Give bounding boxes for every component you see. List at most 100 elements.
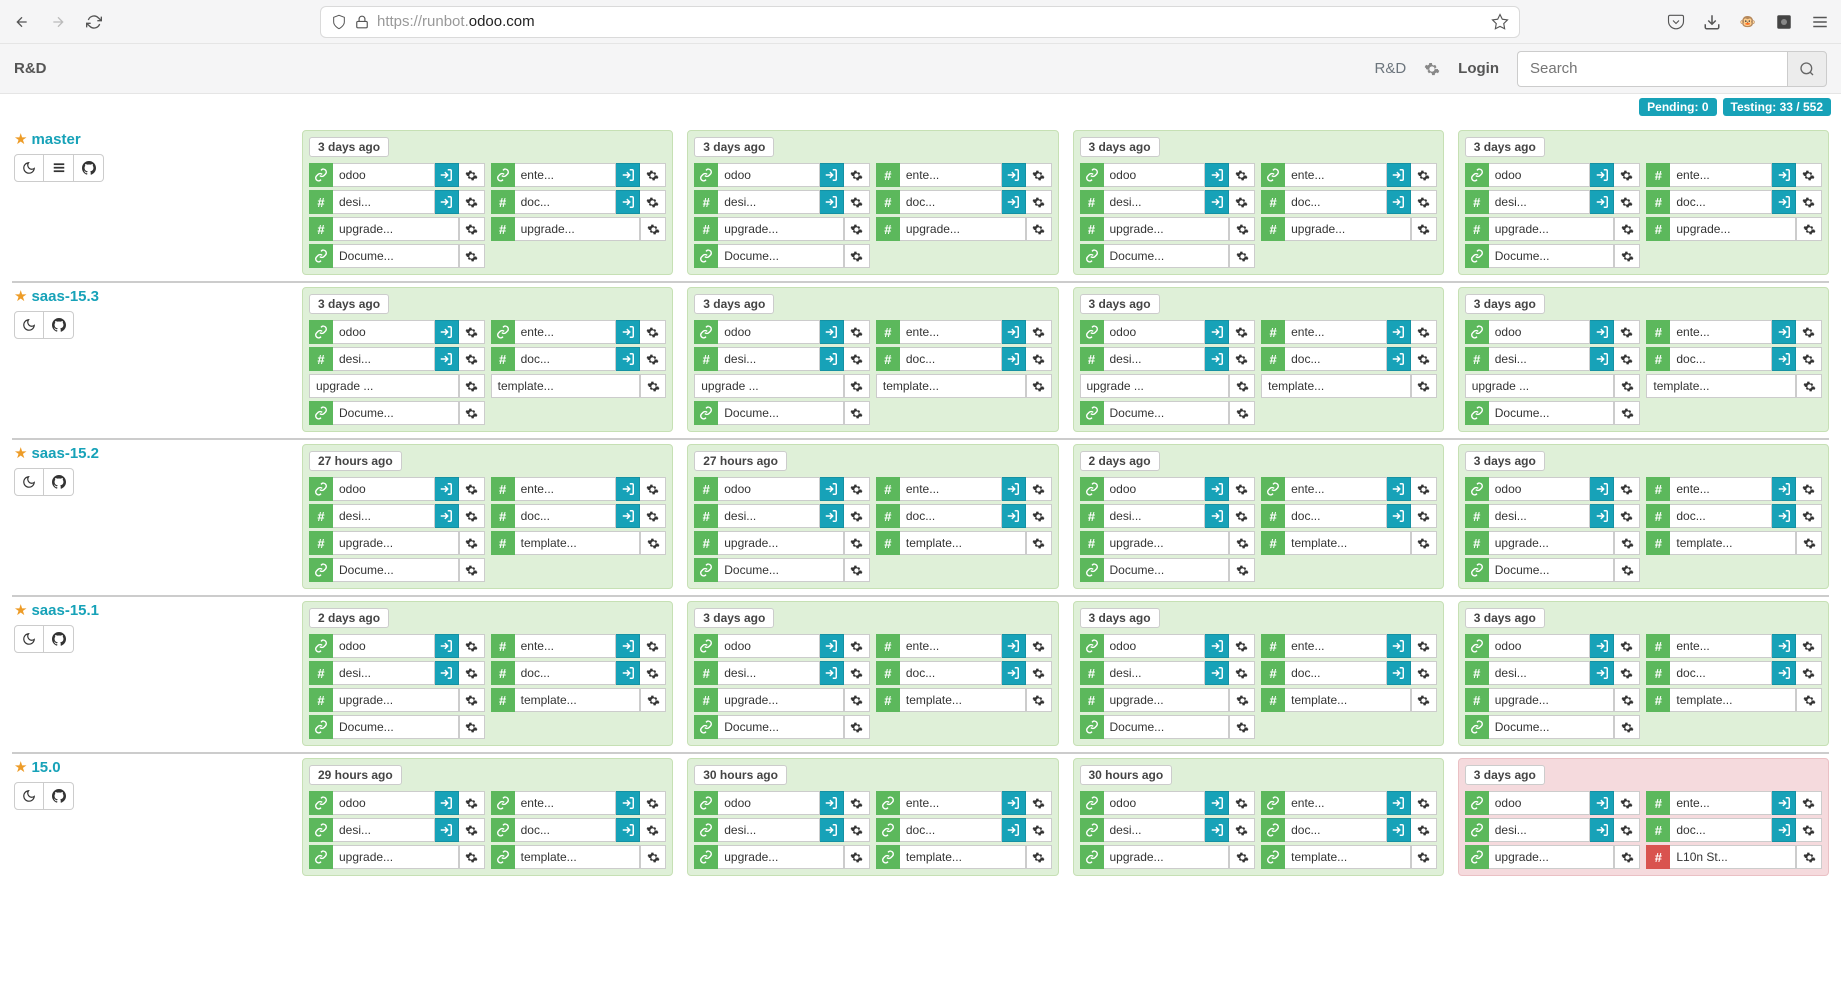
time-badge[interactable]: 27 hours ago	[309, 451, 402, 471]
hash-icon[interactable]: #	[876, 661, 900, 685]
item-label[interactable]: upgrade...	[1104, 688, 1230, 712]
hash-icon[interactable]: #	[1646, 347, 1670, 371]
hash-icon[interactable]: #	[1646, 661, 1670, 685]
signin-icon[interactable]	[1772, 190, 1796, 214]
gear-icon[interactable]	[1796, 477, 1822, 501]
item-label[interactable]: odoo	[718, 163, 820, 187]
hash-icon[interactable]: #	[876, 504, 900, 528]
item-label[interactable]: desi...	[1489, 347, 1591, 371]
item-label[interactable]: upgrade ...	[1465, 374, 1615, 398]
gear-icon[interactable]	[1796, 190, 1822, 214]
item-label[interactable]: odoo	[1489, 791, 1591, 815]
signin-icon[interactable]	[1387, 791, 1411, 815]
github-button[interactable]	[44, 782, 74, 810]
gear-icon[interactable]	[1229, 688, 1255, 712]
item-label[interactable]: doc...	[1285, 190, 1387, 214]
signin-icon[interactable]	[1772, 661, 1796, 685]
signin-icon[interactable]	[1205, 661, 1229, 685]
hash-icon[interactable]: #	[876, 163, 900, 187]
item-label[interactable]: upgrade ...	[309, 374, 459, 398]
link-icon[interactable]	[1261, 791, 1285, 815]
gear-icon[interactable]	[1614, 320, 1640, 344]
item-label[interactable]: doc...	[900, 190, 1002, 214]
time-badge[interactable]: 29 hours ago	[309, 765, 402, 785]
hash-icon[interactable]: #	[1646, 163, 1670, 187]
item-label[interactable]: Docume...	[1489, 401, 1615, 425]
signin-icon[interactable]	[435, 320, 459, 344]
item-label[interactable]: template...	[900, 688, 1026, 712]
gear-icon[interactable]	[640, 661, 666, 685]
item-label[interactable]: template...	[1285, 688, 1411, 712]
gear-icon[interactable]	[1229, 320, 1255, 344]
item-label[interactable]: template...	[1261, 374, 1411, 398]
hash-icon[interactable]: #	[1646, 845, 1670, 869]
item-label[interactable]: Docume...	[1104, 715, 1230, 739]
gear-icon[interactable]	[1796, 320, 1822, 344]
gear-icon[interactable]	[459, 401, 485, 425]
hash-icon[interactable]: #	[309, 217, 333, 241]
hash-icon[interactable]: #	[1080, 217, 1104, 241]
item-label[interactable]: odoo	[333, 477, 435, 501]
time-badge[interactable]: 3 days ago	[1080, 294, 1160, 314]
item-label[interactable]: doc...	[1670, 190, 1772, 214]
gear-icon[interactable]	[1229, 477, 1255, 501]
item-label[interactable]: ente...	[515, 320, 617, 344]
item-label[interactable]: ente...	[1670, 477, 1772, 501]
time-badge[interactable]: 27 hours ago	[694, 451, 787, 471]
extension-icon-2[interactable]	[1775, 13, 1793, 31]
time-badge[interactable]: 3 days ago	[1465, 137, 1545, 157]
signin-icon[interactable]	[1590, 504, 1614, 528]
item-label[interactable]: doc...	[515, 190, 617, 214]
item-label[interactable]: odoo	[1489, 320, 1591, 344]
signin-icon[interactable]	[820, 347, 844, 371]
time-badge[interactable]: 3 days ago	[1080, 137, 1160, 157]
hash-icon[interactable]: #	[1080, 347, 1104, 371]
signin-icon[interactable]	[1590, 320, 1614, 344]
item-label[interactable]: Docume...	[1489, 558, 1615, 582]
hash-icon[interactable]: #	[1080, 504, 1104, 528]
gear-icon[interactable]	[1796, 504, 1822, 528]
time-badge[interactable]: 3 days ago	[1465, 765, 1545, 785]
link-icon[interactable]	[1465, 845, 1489, 869]
signin-icon[interactable]	[1002, 477, 1026, 501]
signin-icon[interactable]	[1387, 818, 1411, 842]
signin-icon[interactable]	[1002, 661, 1026, 685]
gear-icon[interactable]	[844, 818, 870, 842]
link-icon[interactable]	[309, 818, 333, 842]
gear-icon[interactable]	[640, 634, 666, 658]
link-icon[interactable]	[309, 244, 333, 268]
item-label[interactable]: doc...	[515, 818, 617, 842]
item-label[interactable]: template...	[900, 845, 1026, 869]
moon-button[interactable]	[14, 782, 44, 810]
hash-icon[interactable]: #	[694, 688, 718, 712]
gear-icon[interactable]	[1614, 190, 1640, 214]
gear-icon[interactable]	[844, 374, 870, 398]
bookmark-star-icon[interactable]	[1491, 13, 1509, 31]
hash-icon[interactable]: #	[491, 661, 515, 685]
gear-icon[interactable]	[1229, 401, 1255, 425]
item-label[interactable]: doc...	[1670, 347, 1772, 371]
hash-icon[interactable]: #	[309, 531, 333, 555]
signin-icon[interactable]	[1590, 791, 1614, 815]
link-icon[interactable]	[876, 818, 900, 842]
gear-icon[interactable]	[1026, 791, 1052, 815]
item-label[interactable]: doc...	[1670, 661, 1772, 685]
moon-button[interactable]	[14, 468, 44, 496]
gear-icon[interactable]	[1026, 661, 1052, 685]
item-label[interactable]: odoo	[718, 791, 820, 815]
gear-icon[interactable]	[1614, 244, 1640, 268]
item-label[interactable]: upgrade...	[900, 217, 1026, 241]
gear-icon[interactable]	[1614, 715, 1640, 739]
hash-icon[interactable]: #	[491, 347, 515, 371]
hash-icon[interactable]: #	[1261, 504, 1285, 528]
hash-icon[interactable]: #	[1261, 661, 1285, 685]
link-icon[interactable]	[1080, 818, 1104, 842]
link-icon[interactable]	[1465, 244, 1489, 268]
hash-icon[interactable]: #	[1080, 688, 1104, 712]
link-icon[interactable]	[1465, 477, 1489, 501]
hash-icon[interactable]: #	[1261, 634, 1285, 658]
gear-icon[interactable]	[1026, 477, 1052, 501]
time-badge[interactable]: 3 days ago	[694, 608, 774, 628]
link-icon[interactable]	[491, 845, 515, 869]
hash-icon[interactable]: #	[1465, 217, 1489, 241]
